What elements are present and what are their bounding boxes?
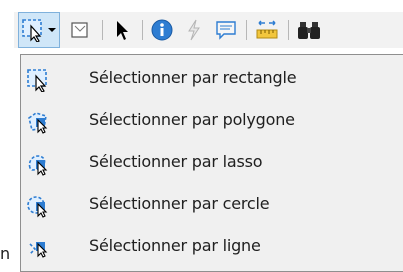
select-circle-icon [27,196,48,218]
menu-item-label: Sélectionner par cercle [89,194,270,213]
identify-button[interactable] [148,12,176,48]
clear-selection-icon [71,22,88,38]
find-button[interactable] [294,12,324,48]
select-line-icon [29,242,48,258]
select-tool-menu: Sélectionner par rectangle Sélectionner … [20,54,403,272]
menu-item-select-line[interactable]: Sélectionner par ligne [21,229,403,265]
toolbar-separator [142,20,143,40]
info-icon [151,19,173,41]
menu-item-select-polygon[interactable]: Sélectionner par polygone [21,103,403,139]
select-rectangle-icon [27,69,47,92]
speech-bubble-icon [216,21,236,40]
measure-button[interactable] [252,12,282,48]
menu-item-select-rectangle[interactable]: Sélectionner par rectangle [21,61,403,97]
hyperlink-button[interactable] [180,12,208,48]
select-rectangle-icon [22,19,42,42]
toolbar-separator [102,20,103,40]
clear-selection-button[interactable] [66,12,94,48]
select-lasso-icon [28,155,48,176]
menu-item-label: Sélectionner par lasso [89,152,263,171]
select-polygon-icon [28,112,48,134]
toolbar-separator [246,20,247,40]
menu-item-label: Sélectionner par ligne [89,236,261,255]
binoculars-icon [298,22,320,39]
select-tool-dropdown-button[interactable] [18,12,60,48]
toolbar [14,12,403,48]
html-popup-button[interactable] [212,12,240,48]
pointer-button[interactable] [108,12,136,48]
menu-item-select-circle[interactable]: Sélectionner par cercle [21,187,403,223]
background-text: n [0,244,11,263]
pointer-arrow-icon [117,21,128,40]
menu-item-label: Sélectionner par rectangle [89,68,297,87]
ruler-icon [256,20,278,39]
lightning-icon [188,19,200,41]
chevron-down-icon [48,28,56,32]
menu-item-select-lasso[interactable]: Sélectionner par lasso [21,145,403,181]
toolbar-separator [288,20,289,40]
menu-item-label: Sélectionner par polygone [89,110,295,129]
